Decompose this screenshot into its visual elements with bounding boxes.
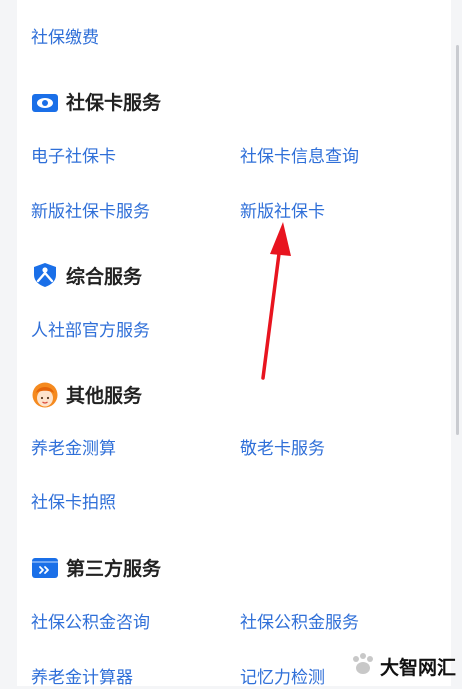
link-new-card-service[interactable]: 新版社保卡服务 xyxy=(31,201,150,223)
forward-card-icon xyxy=(32,557,58,583)
section-title-card-service: 社保卡服务 xyxy=(66,92,162,114)
link-card-photo[interactable]: 社保卡拍照 xyxy=(31,492,116,514)
avatar-face-icon xyxy=(32,381,58,413)
link-pension-estimate[interactable]: 养老金测算 xyxy=(31,438,116,460)
link-electronic-card[interactable]: 电子社保卡 xyxy=(31,146,116,168)
section-title-comprehensive: 综合服务 xyxy=(66,266,143,288)
link-card-info-query[interactable]: 社保卡信息查询 xyxy=(240,146,359,168)
watermark-text: 大智网汇 xyxy=(379,656,456,679)
section-title-third-party: 第三方服务 xyxy=(66,558,162,580)
link-social-insurance-payment[interactable]: 社保缴费 xyxy=(31,27,99,49)
section-title-other: 其他服务 xyxy=(66,385,143,407)
paw-icon xyxy=(350,652,376,680)
scrollbar[interactable] xyxy=(456,45,459,435)
link-senior-card-service[interactable]: 敬老卡服务 xyxy=(240,438,325,460)
service-list-card: 社保缴费 社保卡服务 电子社保卡 社保卡信息查询 新版社保卡服务 新版社保卡 综… xyxy=(17,0,451,688)
link-fund-consult[interactable]: 社保公积金咨询 xyxy=(31,612,150,634)
eye-card-icon xyxy=(32,92,58,118)
person-shield-icon xyxy=(33,262,57,292)
link-mohrss-official[interactable]: 人社部官方服务 xyxy=(31,320,150,342)
link-fund-service[interactable]: 社保公积金服务 xyxy=(240,612,359,634)
watermark: 大智网汇 xyxy=(350,652,456,680)
link-new-card[interactable]: 新版社保卡 xyxy=(240,201,325,223)
